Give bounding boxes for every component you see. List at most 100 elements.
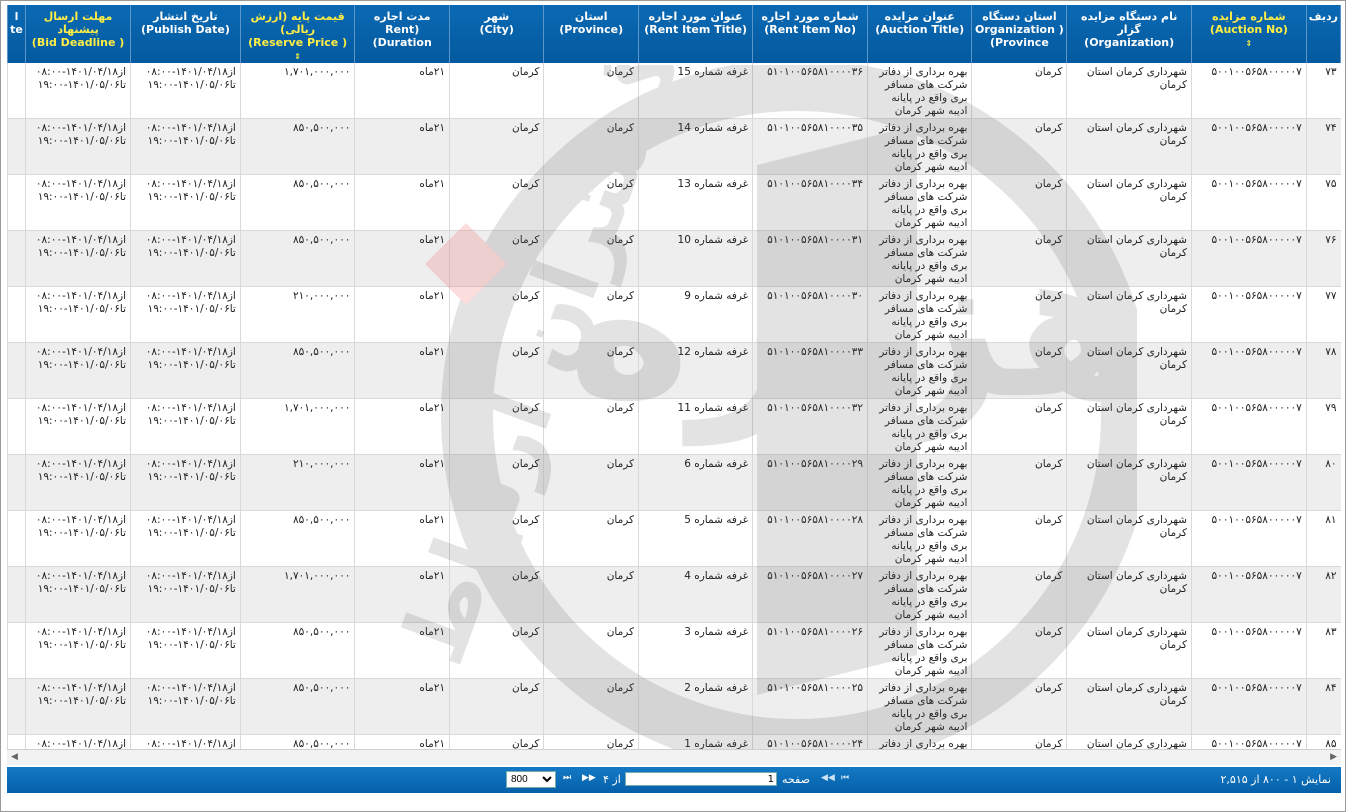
- page-size-select[interactable]: 800: [506, 771, 556, 788]
- auction-title: بهره برداری از دفاتر شرکت های مسافر بری …: [867, 734, 972, 749]
- table-row[interactable]: ۷۳ ۵۰۰۱۰۰۵۶۵۸۰۰۰۰۰۷ شهرداری کرمان استان کر…: [7, 63, 1341, 119]
- page-number-input[interactable]: [625, 772, 777, 786]
- reserve-price: ۱,۷۰۱,۰۰۰,۰۰۰: [239, 398, 355, 455]
- auction-number[interactable]: ۵۰۰۱۰۰۵۶۵۸۰۰۰۰۰۷: [1190, 510, 1307, 567]
- organization-name: شهرداری کرمان استان کرمان: [1066, 286, 1192, 343]
- rent-item-number[interactable]: ۵۱۰۱۰۰۵۶۵۸۱۰۰۰۰۲۷: [752, 566, 868, 623]
- organization-province: کرمان: [971, 174, 1067, 231]
- rent-item-number[interactable]: ۵۱۰۱۰۰۵۶۵۸۱۰۰۰۰۳۶: [752, 63, 868, 119]
- auction-number[interactable]: ۵۰۰۱۰۰۵۶۵۸۰۰۰۰۰۷: [1190, 174, 1307, 231]
- auction-title: بهره برداری از دفاتر شرکت های مسافر بری …: [867, 342, 972, 399]
- rent-item-number[interactable]: ۵۱۰۱۰۰۵۶۵۸۱۰۰۰۰۳۳: [752, 342, 868, 399]
- first-page-icon[interactable]: ⏮: [841, 773, 849, 783]
- table-row[interactable]: ۸۵ ۵۰۰۱۰۰۵۶۵۸۰۰۰۰۰۷ شهرداری کرمان استان کر…: [7, 734, 1341, 749]
- column-header-label: ردیف: [1308, 10, 1338, 23]
- auction-number[interactable]: ۵۰۰۱۰۰۵۶۵۸۰۰۰۰۰۷: [1190, 286, 1307, 343]
- province: کرمان: [543, 678, 639, 735]
- table-row[interactable]: ۷۷ ۵۰۰۱۰۰۵۶۵۸۰۰۰۰۰۷ شهرداری کرمان استان کر…: [7, 286, 1341, 343]
- rent-item-number[interactable]: ۵۱۰۱۰۰۵۶۵۸۱۰۰۰۰۳۰: [752, 286, 868, 343]
- column-header-label: عنوان مورد اجاره: [648, 10, 743, 23]
- auction-number[interactable]: ۵۰۰۱۰۰۵۶۵۸۰۰۰۰۰۷: [1190, 622, 1307, 679]
- auction-title: بهره برداری از دفاتر شرکت های مسافر بری …: [867, 678, 972, 735]
- auction-number[interactable]: ۵۰۰۱۰۰۵۶۵۸۰۰۰۰۰۷: [1190, 678, 1307, 735]
- column-header-8[interactable]: شهر (City): [449, 5, 545, 63]
- city: کرمان: [449, 622, 544, 679]
- organization-name: شهرداری کرمان استان کرمان: [1066, 230, 1192, 287]
- rent-item-title: غرفه شماره 1: [638, 734, 753, 749]
- city: کرمان: [449, 286, 544, 343]
- row-number: ۷۹: [1305, 398, 1341, 455]
- rent-item-number[interactable]: ۵۱۰۱۰۰۵۶۵۸۱۰۰۰۰۲۵: [752, 678, 868, 735]
- column-header-9[interactable]: مدت اجاره (Rent Duration): [354, 5, 451, 63]
- organization-province: کرمان: [971, 286, 1067, 343]
- scroll-right-icon[interactable]: ▶: [1330, 752, 1337, 762]
- column-header-11[interactable]: تاریخ انتشار (Publish Date): [130, 5, 241, 63]
- organization-province: کرمان: [971, 63, 1067, 119]
- rent-item-number[interactable]: ۵۱۰۱۰۰۵۶۵۸۱۰۰۰۰۳۵: [752, 118, 868, 175]
- auction-number[interactable]: ۵۰۰۱۰۰۵۶۵۸۰۰۰۰۰۷: [1190, 398, 1307, 455]
- column-header-0[interactable]: ردیف: [1305, 5, 1341, 63]
- rent-item-number[interactable]: ۵۱۰۱۰۰۵۶۵۸۱۰۰۰۰۲۴: [752, 734, 868, 749]
- province: کرمان: [543, 342, 639, 399]
- auction-number[interactable]: ۵۰۰۱۰۰۵۶۵۸۰۰۰۰۰۷: [1190, 63, 1307, 119]
- sort-icon[interactable]: ⇕: [1246, 39, 1253, 48]
- column-header-4[interactable]: عنوان مزایده (Auction Title): [867, 5, 973, 63]
- column-header-2[interactable]: نام دستگاه مزایده گزار (Organization): [1066, 5, 1192, 63]
- organization-province: کرمان: [971, 342, 1067, 399]
- column-header-7[interactable]: استان (Province): [543, 5, 640, 63]
- column-header-1[interactable]: شماره مزایده (Auction No) ⇕: [1190, 5, 1307, 63]
- column-header-3[interactable]: استان دستگاه Organization ) (Province: [971, 5, 1068, 63]
- bid-deadline: از۱۴۰۱/۰۴/۱۸-۰۸:۰۰ تا۱۴۰۱/۰۵/۰۶-۱۹:۰۰: [25, 678, 131, 735]
- table-row[interactable]: ۷۴ ۵۰۰۱۰۰۵۶۵۸۰۰۰۰۰۷ شهرداری کرمان استان کر…: [7, 118, 1341, 175]
- column-header-10[interactable]: قیمت پایه (ارزش ریالی)( Reserve Price) ⇕: [239, 5, 356, 63]
- auction-number[interactable]: ۵۰۰۱۰۰۵۶۵۸۰۰۰۰۰۷: [1190, 454, 1307, 511]
- bid-deadline: از۱۴۰۱/۰۴/۱۸-۰۸:۰۰ تا۱۴۰۱/۰۵/۰۶-۱۹:۰۰: [25, 342, 131, 399]
- column-header-6[interactable]: عنوان مورد اجاره (Rent Item Title): [638, 5, 754, 63]
- rent-item-title: غرفه شماره 6: [638, 454, 753, 511]
- auction-number[interactable]: ۵۰۰۱۰۰۵۶۵۸۰۰۰۰۰۷: [1190, 230, 1307, 287]
- auction-title: بهره برداری از دفاتر شرکت های مسافر بری …: [867, 230, 972, 287]
- rent-item-number[interactable]: ۵۱۰۱۰۰۵۶۵۸۱۰۰۰۰۲۸: [752, 510, 868, 567]
- table-row[interactable]: ۷۸ ۵۰۰۱۰۰۵۶۵۸۰۰۰۰۰۷ شهرداری کرمان استان کر…: [7, 342, 1341, 399]
- rent-item-title: غرفه شماره 9: [638, 286, 753, 343]
- rent-item-title: غرفه شماره 10: [638, 230, 753, 287]
- column-header-5[interactable]: شماره مورد اجاره (Rent Item No): [752, 5, 869, 63]
- horizontal-scrollbar[interactable]: ◀ ▶: [7, 749, 1341, 765]
- rent-item-title: غرفه شماره 11: [638, 398, 753, 455]
- column-header-label: تاریخ انتشار: [153, 10, 218, 23]
- column-header-12[interactable]: مهلت ارسال پیشنهاد( Bid Deadline): [25, 5, 131, 63]
- rent-item-number[interactable]: ۵۱۰۱۰۰۵۶۵۸۱۰۰۰۰۳۴: [752, 174, 868, 231]
- auction-title: بهره برداری از دفاتر شرکت های مسافر بری …: [867, 398, 972, 455]
- table-row[interactable]: ۸۲ ۵۰۰۱۰۰۵۶۵۸۰۰۰۰۰۷ شهرداری کرمان استان کر…: [7, 566, 1341, 623]
- city: کرمان: [449, 510, 544, 567]
- next-page-icon[interactable]: ▶▶: [582, 773, 596, 783]
- table-row[interactable]: ۸۳ ۵۰۰۱۰۰۵۶۵۸۰۰۰۰۰۷ شهرداری کرمان استان کر…: [7, 622, 1341, 679]
- table-row[interactable]: ۷۶ ۵۰۰۱۰۰۵۶۵۸۰۰۰۰۰۷ شهرداری کرمان استان کر…: [7, 230, 1341, 287]
- auction-number[interactable]: ۵۰۰۱۰۰۵۶۵۸۰۰۰۰۰۷: [1190, 566, 1307, 623]
- table-row[interactable]: ۸۴ ۵۰۰۱۰۰۵۶۵۸۰۰۰۰۰۷ شهرداری کرمان استان کر…: [7, 678, 1341, 735]
- table-row[interactable]: ۸۱ ۵۰۰۱۰۰۵۶۵۸۰۰۰۰۰۷ شهرداری کرمان استان کر…: [7, 510, 1341, 567]
- sort-icon[interactable]: ⇕: [294, 52, 301, 61]
- auction-number[interactable]: ۵۰۰۱۰۰۵۶۵۸۰۰۰۰۰۷: [1190, 118, 1307, 175]
- table-row[interactable]: ۷۵ ۵۰۰۱۰۰۵۶۵۸۰۰۰۰۰۷ شهرداری کرمان استان کر…: [7, 174, 1341, 231]
- auction-number[interactable]: ۵۰۰۱۰۰۵۶۵۸۰۰۰۰۰۷: [1190, 342, 1307, 399]
- table-row[interactable]: ۷۹ ۵۰۰۱۰۰۵۶۵۸۰۰۰۰۰۷ شهرداری کرمان استان کر…: [7, 398, 1341, 455]
- rent-item-title: غرفه شماره 14: [638, 118, 753, 175]
- table-row[interactable]: ۸۰ ۵۰۰۱۰۰۵۶۵۸۰۰۰۰۰۷ شهرداری کرمان استان کر…: [7, 454, 1341, 511]
- rent-item-number[interactable]: ۵۱۰۱۰۰۵۶۵۸۱۰۰۰۰۳۱: [752, 230, 868, 287]
- column-header-13[interactable]: l te: [7, 5, 27, 63]
- last-page-icon[interactable]: ⏭: [563, 773, 571, 783]
- auction-number[interactable]: ۵۰۰۱۰۰۵۶۵۸۰۰۰۰۰۷: [1190, 734, 1307, 749]
- organization-province: کرمان: [971, 678, 1067, 735]
- prev-page-icon[interactable]: ◀◀: [821, 773, 835, 783]
- rent-item-number[interactable]: ۵۱۰۱۰۰۵۶۵۸۱۰۰۰۰۲۹: [752, 454, 868, 511]
- column-header-label: شماره مزایده: [1212, 10, 1286, 23]
- organization-name: شهرداری کرمان استان کرمان: [1066, 174, 1192, 231]
- province: کرمان: [543, 510, 639, 567]
- scroll-left-icon[interactable]: ◀: [11, 752, 18, 762]
- auction-title: بهره برداری از دفاتر شرکت های مسافر بری …: [867, 510, 972, 567]
- rent-item-number[interactable]: ۵۱۰۱۰۰۵۶۵۸۱۰۰۰۰۳۲: [752, 398, 868, 455]
- column-header-label: قیمت پایه (ارزش ریالی): [250, 10, 345, 36]
- rent-item-number[interactable]: ۵۱۰۱۰۰۵۶۵۸۱۰۰۰۰۲۶: [752, 622, 868, 679]
- city: کرمان: [449, 230, 544, 287]
